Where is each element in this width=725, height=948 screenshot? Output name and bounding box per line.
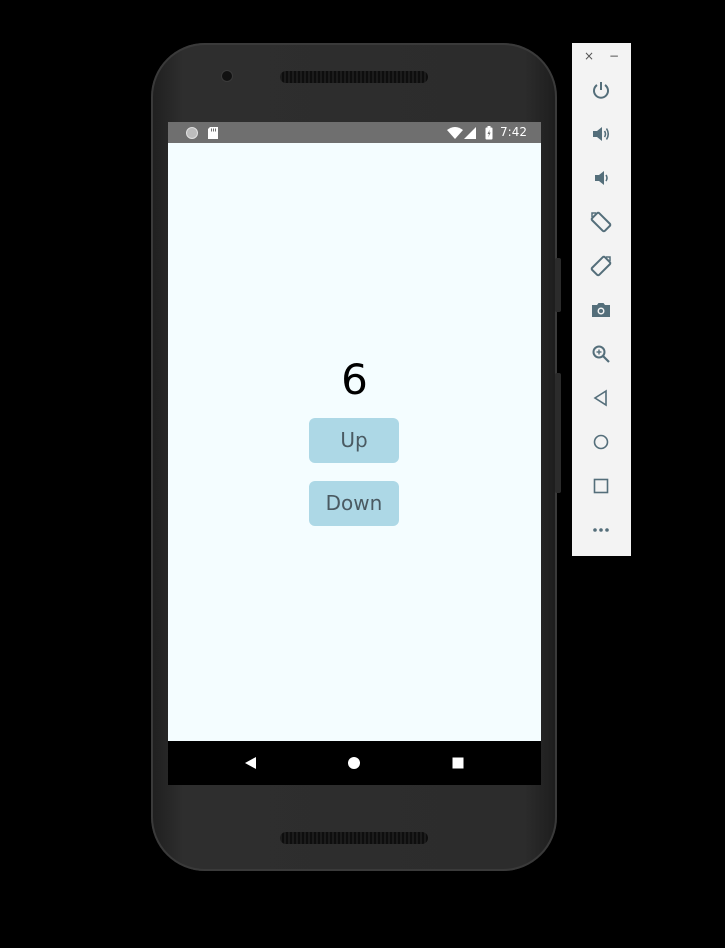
rotate-left-icon[interactable] bbox=[589, 210, 613, 234]
device-screen: 7:42 6 Up Down bbox=[168, 122, 541, 785]
home-icon[interactable] bbox=[589, 430, 613, 454]
power-side-button bbox=[555, 258, 561, 312]
overview-icon[interactable] bbox=[589, 474, 613, 498]
screenshot-icon[interactable] bbox=[589, 298, 613, 322]
circle-notification-icon bbox=[185, 125, 199, 144]
recents-icon[interactable] bbox=[451, 755, 465, 774]
rotate-right-icon[interactable] bbox=[589, 254, 613, 278]
home-icon[interactable] bbox=[347, 755, 361, 774]
volume-up-icon[interactable] bbox=[589, 122, 613, 146]
status-time: 7:42 bbox=[500, 125, 527, 139]
signal-icon bbox=[464, 125, 477, 144]
bottom-speaker bbox=[280, 832, 428, 844]
power-icon[interactable] bbox=[589, 78, 613, 102]
up-button[interactable]: Up bbox=[309, 418, 399, 463]
phone-frame: 7:42 6 Up Down bbox=[151, 43, 561, 871]
wifi-icon bbox=[447, 125, 463, 144]
back-icon[interactable] bbox=[244, 755, 258, 774]
back-icon[interactable] bbox=[589, 386, 613, 410]
zoom-icon[interactable] bbox=[589, 342, 613, 366]
sd-card-icon bbox=[207, 125, 219, 144]
battery-charging-icon bbox=[485, 125, 493, 144]
front-camera bbox=[222, 71, 232, 81]
navigation-bar bbox=[168, 741, 541, 785]
down-button[interactable]: Down bbox=[309, 481, 399, 526]
volume-down-icon[interactable] bbox=[589, 166, 613, 190]
emulator-toolbar: × − bbox=[572, 43, 631, 556]
counter-value: 6 bbox=[341, 355, 368, 404]
volume-side-button bbox=[555, 373, 561, 493]
app-content: 6 Up Down bbox=[168, 143, 541, 741]
status-bar: 7:42 bbox=[168, 122, 541, 143]
close-toolbar-button[interactable]: × bbox=[584, 49, 594, 63]
top-speaker bbox=[280, 71, 428, 83]
minimize-toolbar-button[interactable]: − bbox=[609, 49, 619, 63]
more-icon[interactable] bbox=[589, 518, 613, 542]
